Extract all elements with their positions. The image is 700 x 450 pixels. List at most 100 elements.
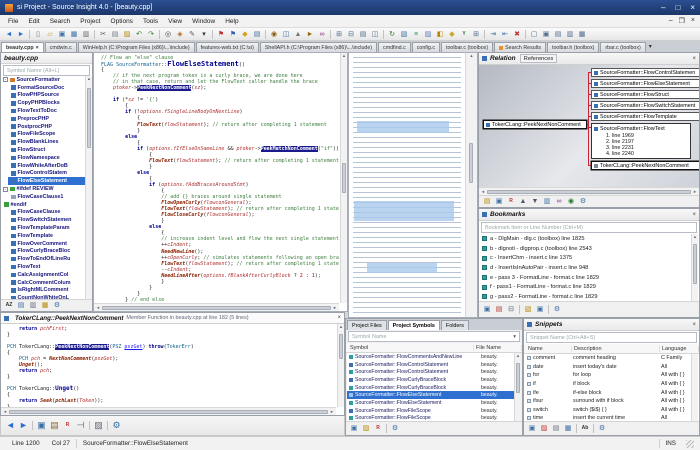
menu-help[interactable]: Help (220, 18, 243, 25)
bookmark-item[interactable]: e - pass 3 - FormatLine - format.c line … (480, 273, 691, 283)
open-file-icon[interactable]: ▱ (44, 29, 56, 40)
save-all-icon[interactable]: ▦ (68, 29, 80, 40)
relation-gear-icon[interactable]: ⚙ (577, 196, 589, 207)
bookmark-item[interactable]: c - InsertChm - insert.c line 1375 (480, 253, 691, 263)
file-tab-features-web.txt[interactable]: features-web.txt (C:\si) (195, 42, 259, 52)
file-tab-cmdwin.c[interactable]: cmdwin.c (44, 42, 77, 52)
symbol-tree-item[interactable]: FlowCaseClause (8, 209, 85, 217)
project-col-filename[interactable]: File Name (474, 344, 522, 351)
maximize-button[interactable]: □ (675, 3, 680, 12)
context-hscrollbar[interactable]: ◄ ► (1, 407, 336, 415)
paste-icon[interactable]: ▨ (121, 29, 133, 40)
symbol-filter-input[interactable]: Symbol Name (Alt+L) (3, 65, 90, 76)
snippet-row[interactable]: ifsur surround with if block All with { } (525, 397, 691, 406)
bookmarks-filter-input[interactable]: Bookmark Item or Line Number (Ctrl+M) (481, 222, 697, 233)
relation-mode-tab[interactable]: References (519, 54, 558, 63)
relation-node[interactable]: SourceFormatter::FlowStruct (591, 90, 699, 99)
menu-search[interactable]: Search (45, 18, 76, 25)
bookmark-open-icon[interactable]: ▧ (522, 304, 534, 315)
tree-expander-icon[interactable]: - (3, 186, 8, 192)
project-gear-icon[interactable]: ⚙ (389, 423, 401, 434)
snippet-row[interactable]: date insert today's date All (525, 363, 691, 372)
snippet-row[interactable]: comment comment heading C Family (525, 354, 691, 363)
sort-alpha-icon[interactable]: AZ (3, 300, 15, 311)
snippet-row[interactable]: for for loop All with { } (525, 371, 691, 380)
minimize-button[interactable]: – (661, 3, 665, 12)
snippet-row[interactable]: time insert the current time All (525, 414, 691, 421)
print-icon[interactable]: ▥ (80, 29, 92, 40)
symbol-tree-item[interactable]: FlowSwitchStatemen (8, 216, 85, 224)
browse-project-icon[interactable]: Y (458, 29, 470, 40)
sync-icon[interactable]: ↻ (386, 29, 398, 40)
save-icon[interactable]: ▣ (56, 29, 68, 40)
snippet-delete-icon[interactable]: ▨ (538, 423, 550, 434)
win3-icon[interactable]: ▤ (552, 29, 564, 40)
mdi-close-button[interactable]: × (691, 17, 695, 25)
code-editor[interactable]: // Flow an "else" clause FLAG SourceForma… (93, 52, 348, 312)
bookmark-list-icon[interactable]: ▤ (251, 29, 263, 40)
project-scrollbar[interactable]: ▲ (514, 353, 521, 421)
bookmark-item[interactable]: a - DlgMain - dlg.c (toolbox) line 1825 (480, 234, 691, 244)
snippet-name-input[interactable]: Snippet Name (Ctrl+Alt+S) (526, 332, 697, 343)
nav-forward-icon[interactable]: ► (17, 419, 30, 432)
relation-node[interactable]: SourceFormatter::FlowSwitchStatement (591, 101, 699, 110)
file-tab-rbar.c[interactable]: rbar.c (toolbox) (600, 42, 646, 52)
bookmark-item[interactable]: g - pass2 - FormatLine - format.c line 1… (480, 292, 691, 301)
flag-red-icon[interactable]: ⚑ (215, 29, 227, 40)
menu-file[interactable]: File (3, 18, 23, 25)
background-window-scrollbar[interactable]: ▲ (465, 53, 477, 317)
mdi-minimize-button[interactable]: – (669, 17, 673, 25)
close-button[interactable]: × (690, 3, 695, 12)
nav-gear-icon[interactable]: ⚙ (110, 419, 123, 432)
cut-icon[interactable]: ✂ (97, 29, 109, 40)
symbol-tree-item[interactable]: FlowWhileAfterDoB (8, 162, 85, 170)
bookmark-save-icon[interactable]: ▣ (534, 304, 546, 315)
editor-hscrollbar[interactable]: ◄ ► (94, 303, 339, 311)
relation-collapse-icon[interactable]: ▼ (529, 196, 541, 207)
snippet-edit-icon[interactable]: ▦ (562, 423, 574, 434)
file-tab-shellapi.h[interactable]: ShellAPI.h (C:\Program Files (x86)\...\i… (259, 42, 378, 52)
tile-horizontal-icon[interactable]: ⊞ (333, 29, 345, 40)
grid-icon[interactable]: ⊞ (470, 29, 482, 40)
file-tab-config.c[interactable]: config.c (411, 42, 440, 52)
resize-grip[interactable] (686, 439, 694, 448)
file-tab-winhelp.h[interactable]: WinHelp.h (C:\Program Files (x86)\...\in… (77, 42, 195, 52)
snippet-copy-icon[interactable]: ▤ (550, 423, 562, 434)
symbol-tree-item[interactable]: FlowElseStatement (8, 177, 85, 186)
new-file-icon[interactable]: ▯ (32, 29, 44, 40)
win2-icon[interactable]: ▣ (540, 29, 552, 40)
class-browser-icon[interactable]: ◫ (280, 29, 292, 40)
nav-run-icon[interactable]: R (61, 419, 74, 432)
relation-node[interactable]: SourceFormatter::FlowTemplate (591, 112, 699, 121)
symbol-tree-item[interactable]: FlowTextToDoc (8, 107, 85, 115)
relation-lock-icon[interactable]: ▣ (493, 196, 505, 207)
snippets-close-icon[interactable]: × (692, 322, 696, 328)
menu-edit[interactable]: Edit (23, 18, 44, 25)
tab-overflow-button[interactable]: ▾ (649, 43, 652, 50)
symbol-tree-item[interactable]: PostprocPHP (8, 123, 85, 131)
symbol-tree-item[interactable]: - SourceFormatter (1, 76, 85, 84)
copy-icon[interactable]: ▤ (109, 29, 121, 40)
columns-icon[interactable]: ▦ (39, 300, 51, 311)
nav-print-icon[interactable]: ▨ (92, 419, 105, 432)
browse-icon[interactable]: ▾ (198, 29, 210, 40)
back-icon[interactable]: ◄ (3, 29, 15, 40)
draft-view-icon[interactable]: ◧ (434, 29, 446, 40)
menu-window[interactable]: Window (187, 18, 220, 25)
symbol-tree-item[interactable]: FormatSourceDoc (8, 84, 85, 92)
editor-vscrollbar[interactable]: ▲ (340, 53, 347, 303)
symbol-tree-item[interactable]: CalcAssignmentCol (8, 271, 85, 279)
relation-node[interactable]: SourceFormatter::FlowElseStatement (591, 79, 699, 88)
bookmark-gear-icon[interactable]: ⚙ (551, 304, 563, 315)
flag-blue-icon[interactable]: ⚑ (227, 29, 239, 40)
symbol-tree-item[interactable]: FlowCaseClause1 (8, 193, 85, 201)
indent-minus-icon[interactable]: ⇤ (499, 29, 511, 40)
bookmark-new-icon[interactable]: ⊟ (505, 304, 517, 315)
file-tab-toolbar.c[interactable]: toolbar.c (toolbox) (440, 42, 494, 52)
symbol-tree-item[interactable]: FlowBlankLines (8, 138, 85, 146)
split-window-icon[interactable]: ◫ (369, 29, 381, 40)
bookmark-icon[interactable]: ◆ (239, 29, 251, 40)
relation-expand-icon[interactable]: ▲ (517, 196, 529, 207)
symbol-tree-item[interactable]: FlowPHPSource (8, 92, 85, 100)
project-symbol-row[interactable]: SourceFormatter::FlowFileScope beauty. (347, 407, 514, 415)
